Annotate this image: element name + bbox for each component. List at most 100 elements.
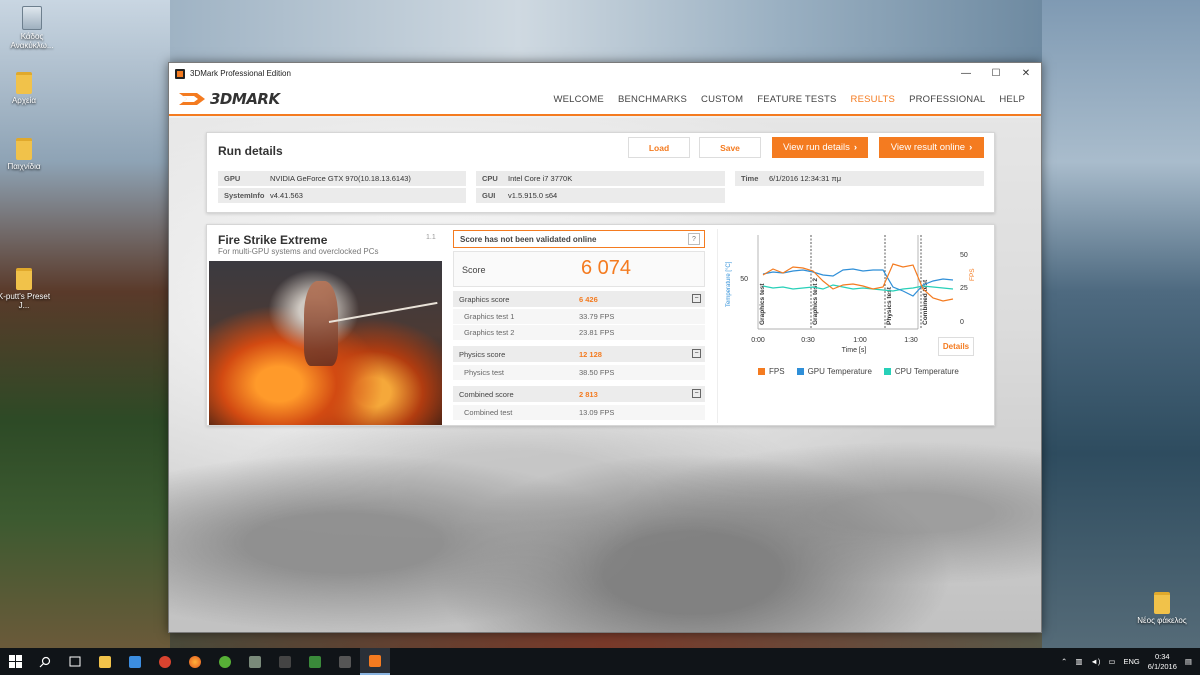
main-nav: 3DMARK WELCOME BENCHMARKS CUSTOM FEATURE… bbox=[169, 84, 1041, 116]
maximize-button[interactable]: ☐ bbox=[981, 68, 1011, 79]
graphics-test-2-row: Graphics test 2 23.81 FPS bbox=[453, 325, 705, 340]
desktop-wallpaper-top bbox=[170, 0, 1042, 62]
legend-label: CPU Temperature bbox=[894, 367, 959, 376]
graphics-score-value: 6 426 bbox=[579, 294, 598, 304]
combined-test-label: Combined test bbox=[464, 408, 513, 417]
collapse-icon[interactable]: − bbox=[692, 349, 701, 358]
taskbar-app-gray[interactable] bbox=[240, 648, 270, 675]
keyboard-icon[interactable]: ▭ bbox=[1108, 657, 1115, 666]
taskbar-explorer[interactable] bbox=[90, 648, 120, 675]
combined-score-row: Combined score 2 813 − bbox=[453, 386, 705, 402]
chevron-right-icon: › bbox=[853, 142, 858, 153]
desktop-icon-label: Αρχεία bbox=[11, 96, 37, 105]
combined-test-row: Combined test 13.09 FPS bbox=[453, 405, 705, 420]
test-version: 1.1 bbox=[426, 234, 436, 241]
collapse-icon[interactable]: − bbox=[692, 389, 701, 398]
score-value: 6 074 bbox=[581, 257, 632, 279]
desktop-icon-recycle-bin[interactable]: Κάδος Ανακύκλω... bbox=[2, 6, 62, 50]
graphics-test-1-value: 33.79 FPS bbox=[579, 312, 615, 321]
start-button[interactable] bbox=[0, 648, 30, 675]
title-bar[interactable]: 3DMark Professional Edition — ☐ ✕ bbox=[169, 63, 1041, 84]
close-button[interactable]: ✕ bbox=[1011, 68, 1041, 79]
artwork-blade bbox=[328, 301, 438, 323]
logo[interactable]: 3DMARK bbox=[177, 89, 546, 109]
3dmark-app-icon bbox=[175, 68, 185, 79]
tray-chevron-up-icon[interactable]: ⌃ bbox=[1061, 657, 1067, 666]
nav-results[interactable]: RESULTS bbox=[844, 94, 903, 105]
collapse-icon[interactable]: − bbox=[692, 294, 701, 303]
result-panel: Fire Strike Extreme For multi-GPU system… bbox=[206, 224, 995, 426]
firefox-icon bbox=[189, 655, 201, 668]
network-icon[interactable]: ▥ bbox=[1075, 657, 1082, 666]
time-row: Time 6/1/2016 12:34:31 πμ bbox=[735, 171, 984, 186]
desktop-icon-files[interactable]: Αρχεία bbox=[0, 72, 54, 105]
physics-score-row: Physics score 12 128 − bbox=[453, 346, 705, 362]
taskbar-app-red[interactable] bbox=[150, 648, 180, 675]
y-right-label: FPS bbox=[969, 268, 976, 281]
task-view-button[interactable] bbox=[60, 648, 90, 675]
test-subtitle: For multi-GPU systems and overclocked PC… bbox=[218, 247, 379, 256]
view-result-online-label: View result online bbox=[890, 142, 966, 153]
window-title: 3DMark Professional Edition bbox=[190, 69, 291, 78]
desktop-icon-games[interactable]: Παιχνίδια bbox=[0, 138, 54, 171]
taskbar-store[interactable] bbox=[120, 648, 150, 675]
save-button[interactable]: Save bbox=[699, 137, 761, 158]
y-right-tick-25: 25 bbox=[960, 285, 968, 292]
graphics-test-2-value: 23.81 FPS bbox=[579, 328, 615, 337]
artwork-figure bbox=[304, 281, 338, 366]
legend-swatch bbox=[796, 368, 804, 375]
app-window: 3DMark Professional Edition — ☐ ✕ 3DMARK… bbox=[168, 62, 1042, 633]
desktop-icon-label: Παιχνίδια bbox=[7, 162, 41, 171]
desktop-wallpaper-bottom bbox=[170, 633, 1042, 648]
chart-details-button[interactable]: Details bbox=[938, 337, 974, 356]
help-icon[interactable]: ? bbox=[688, 233, 700, 245]
taskbar-app-dark[interactable] bbox=[270, 648, 300, 675]
view-result-online-button[interactable]: View result online › bbox=[879, 137, 984, 158]
taskbar-3dmark[interactable] bbox=[360, 648, 390, 675]
nav-feature-tests[interactable]: FEATURE TESTS bbox=[750, 94, 843, 105]
desktop-icon-label: K-putt's Preset J... bbox=[0, 292, 51, 310]
nav-professional[interactable]: PROFESSIONAL bbox=[902, 94, 992, 105]
legend-swatch bbox=[883, 368, 891, 375]
combined-score-label: Combined score bbox=[459, 389, 514, 399]
volume-icon[interactable]: ◄) bbox=[1090, 657, 1100, 666]
app-icon bbox=[249, 655, 261, 668]
taskbar: ⌃ ▥ ◄) ▭ ENG 0:34 6/1/2016 ▤ bbox=[0, 648, 1200, 675]
taskbar-utorrent[interactable] bbox=[210, 648, 240, 675]
x-tick-0: 0:00 bbox=[751, 337, 765, 344]
desktop-icon-preset[interactable]: K-putt's Preset J... bbox=[0, 268, 54, 310]
search-button[interactable] bbox=[30, 648, 60, 675]
gpu-value: NVIDIA GeForce GTX 970(10.18.13.6143) bbox=[270, 174, 411, 183]
score-label: Score bbox=[462, 265, 486, 275]
nav-custom[interactable]: CUSTOM bbox=[694, 94, 750, 105]
folder-icon bbox=[1154, 592, 1170, 614]
legend-item-gpu-temperature: GPU Temperature bbox=[796, 367, 872, 376]
test-name: Fire Strike Extreme bbox=[218, 233, 328, 247]
nav-welcome[interactable]: WELCOME bbox=[546, 94, 611, 105]
gpu-key: GPU bbox=[224, 174, 241, 183]
nav-benchmarks[interactable]: BENCHMARKS bbox=[611, 94, 694, 105]
x-tick-90: 1:30 bbox=[904, 337, 918, 344]
legend-item-cpu-temperature: CPU Temperature bbox=[883, 367, 959, 376]
taskbar-firefox[interactable] bbox=[180, 648, 210, 675]
store-icon bbox=[129, 655, 141, 668]
cpu-row: CPU Intel Core i7 3770K bbox=[476, 171, 725, 186]
legend-swatch bbox=[758, 368, 765, 375]
clock[interactable]: 0:34 6/1/2016 bbox=[1148, 652, 1177, 672]
desktop-icon-new-folder[interactable]: Νέος φάκελος bbox=[1132, 592, 1192, 625]
taskbar-app-green[interactable] bbox=[300, 648, 330, 675]
language-indicator[interactable]: ENG bbox=[1123, 657, 1139, 666]
gui-value: v1.5.915.0 s64 bbox=[508, 191, 558, 200]
nav-help[interactable]: HELP bbox=[992, 94, 1041, 105]
minimize-button[interactable]: — bbox=[951, 68, 981, 79]
graphics-test-2-label: Graphics test 2 bbox=[464, 328, 515, 337]
graphics-test-1-row: Graphics test 1 33.79 FPS bbox=[453, 309, 705, 324]
notifications-icon[interactable]: ▤ bbox=[1185, 657, 1192, 666]
time-value: 6/1/2016 12:34:31 πμ bbox=[769, 174, 842, 183]
taskbar-app-console[interactable] bbox=[330, 648, 360, 675]
load-button[interactable]: Load bbox=[628, 137, 690, 158]
legend-item-fps: FPS bbox=[758, 367, 785, 376]
y-left-tick: 50 bbox=[740, 276, 748, 283]
view-run-details-button[interactable]: View run details › bbox=[772, 137, 868, 158]
marker-graphics-test-2: Graphics test 2 bbox=[812, 278, 819, 325]
